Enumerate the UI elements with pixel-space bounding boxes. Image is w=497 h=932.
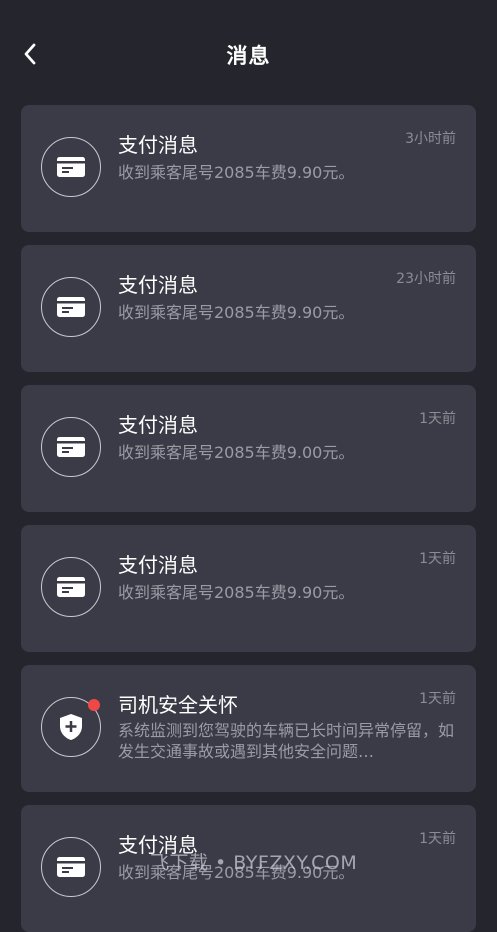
message-title: 司机安全关怀 [118, 693, 238, 717]
shield-plus-icon [60, 714, 82, 740]
message-card-payment[interactable]: 支付消息 1天前 收到乘客尾号2085车费9.90元。 [21, 525, 476, 652]
message-body: 收到乘客尾号2085车费9.00元。 [118, 443, 355, 462]
card-icon [57, 437, 85, 457]
message-body: 收到乘客尾号2085车费9.90元。 [118, 303, 355, 322]
card-icon [57, 157, 85, 177]
card-icon [57, 857, 85, 877]
message-card-payment[interactable]: 支付消息 23小时前 收到乘客尾号2085车费9.90元。 [21, 245, 476, 372]
message-icon-circle [41, 557, 101, 617]
watermark: 飞下载 • BYFZXY.COM [150, 852, 358, 874]
page-title: 消息 [226, 44, 271, 68]
header: 消息 [0, 0, 497, 100]
message-icon-circle [41, 417, 101, 477]
message-title: 支付消息 [118, 553, 198, 577]
unread-dot [88, 699, 100, 711]
message-time: 1天前 [419, 691, 456, 707]
message-time: 1天前 [419, 411, 456, 427]
message-card-payment[interactable]: 支付消息 1天前 收到乘客尾号2085车费9.00元。 [21, 385, 476, 512]
message-title: 支付消息 [118, 413, 198, 437]
message-icon-circle [41, 137, 101, 197]
message-icon-circle [41, 837, 101, 897]
message-body: 收到乘客尾号2085车费9.90元。 [118, 583, 355, 602]
message-title: 支付消息 [118, 273, 198, 297]
message-card-safety[interactable]: 司机安全关怀 1天前 系统监测到您驾驶的车辆已长时间异常停留，如发生交通事故或遇… [21, 665, 476, 792]
message-card-payment[interactable]: 支付消息 3小时前 收到乘客尾号2085车费9.90元。 [21, 105, 476, 232]
card-icon [57, 297, 85, 317]
card-icon [57, 577, 85, 597]
message-body: 系统监测到您驾驶的车辆已长时间异常停留，如发生交通事故或遇到其他安全问题… [118, 721, 455, 761]
message-time: 23小时前 [396, 271, 456, 287]
message-time: 1天前 [419, 831, 456, 847]
message-icon-circle [41, 277, 101, 337]
message-title: 支付消息 [118, 133, 198, 157]
message-body: 收到乘客尾号2085车费9.90元。 [118, 163, 355, 182]
message-time: 1天前 [419, 551, 456, 567]
message-time: 3小时前 [405, 131, 456, 147]
